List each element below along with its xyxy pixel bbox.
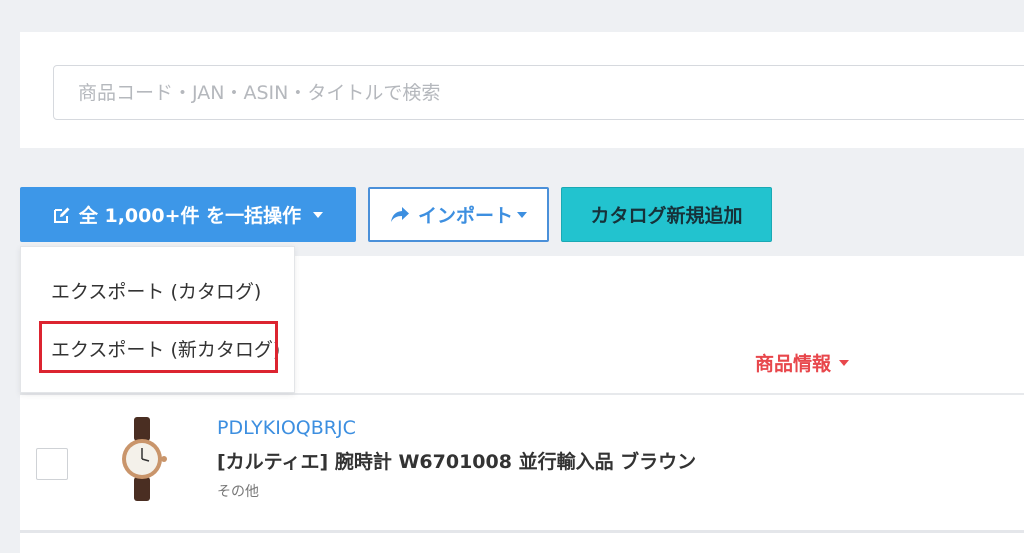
import-label: インポート: [417, 205, 513, 227]
search-input[interactable]: [53, 65, 1024, 120]
bulk-action-label: 全 1,000+件 を一括操作: [78, 205, 302, 227]
product-info-header-label: 商品情報: [755, 353, 832, 375]
sort-down-icon: [839, 359, 850, 366]
import-button[interactable]: インポート: [368, 187, 549, 242]
chevron-down-icon: [313, 211, 324, 218]
watch-thumbnail[interactable]: [112, 417, 172, 501]
menu-item-export-new-catalog[interactable]: エクスポート (新カタログ): [51, 335, 280, 362]
add-catalog-label: カタログ新規追加: [590, 205, 743, 227]
product-sku-link[interactable]: PDLYKIOQBRJC: [217, 417, 356, 439]
bulk-action-button[interactable]: 全 1,000+件 を一括操作: [20, 187, 356, 242]
search-panel: [20, 32, 1024, 148]
menu-item-export-catalog[interactable]: エクスポート (カタログ): [51, 277, 261, 304]
chevron-down-icon: [517, 211, 527, 218]
add-catalog-button[interactable]: カタログ新規追加: [561, 187, 772, 242]
edit-icon: [53, 206, 71, 224]
product-category: その他: [217, 484, 259, 500]
share-arrow-icon: [390, 206, 410, 224]
product-title: [カルティエ] 腕時計 W6701008 並行輸入品 ブラウン: [217, 451, 697, 473]
product-info-header[interactable]: 商品情報: [755, 349, 850, 376]
row-divider: [20, 530, 1024, 533]
bulk-action-dropdown-menu: エクスポート (カタログ) エクスポート (新カタログ): [20, 246, 295, 393]
row-checkbox[interactable]: [36, 448, 68, 480]
table-row: PDLYKIOQBRJC [カルティエ] 腕時計 W6701008 並行輸入品 …: [20, 395, 1024, 530]
